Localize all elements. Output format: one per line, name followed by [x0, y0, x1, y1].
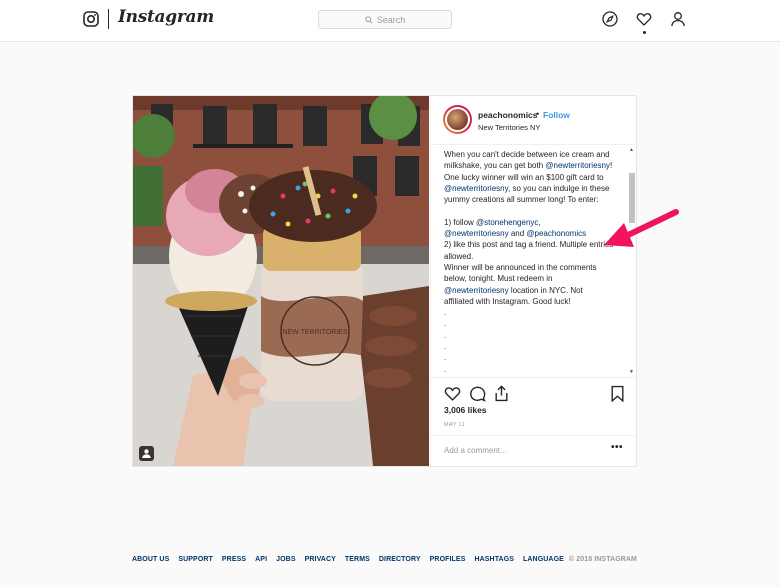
share-icon[interactable]	[493, 385, 510, 402]
avatar[interactable]	[443, 105, 472, 134]
footer-link-profiles[interactable]: PROFILES	[430, 556, 466, 563]
nav-divider	[108, 9, 109, 29]
footer-link-jobs[interactable]: JOBS	[276, 556, 295, 563]
post-sidebar: peachonomics • Follow New Territories NY…	[430, 96, 638, 466]
post-photo[interactable]: NEW TERRITORIES	[133, 96, 429, 466]
follow-button[interactable]: Follow	[543, 110, 570, 120]
scroll-up-icon[interactable]: ▲	[629, 147, 634, 153]
copyright: © 2018 INSTAGRAM	[568, 556, 637, 563]
comment-bar: Add a comment... •••	[431, 435, 638, 466]
post-username[interactable]: peachonomics	[478, 110, 538, 120]
profile-icon[interactable]	[670, 11, 686, 27]
more-options-icon[interactable]: •••	[611, 442, 623, 453]
mention-link[interactable]: @newterritoriesny	[444, 184, 508, 193]
mention-link[interactable]: @newterritoriesny	[444, 286, 509, 295]
mention-link[interactable]: @peachonomics	[526, 229, 586, 238]
compass-icon[interactable]	[602, 11, 618, 27]
activity-dot	[643, 31, 646, 34]
photo-sign-text: NEW TERRITORIES	[282, 329, 347, 336]
mention-link[interactable]: @newterritoriesny	[444, 229, 509, 238]
search-placeholder: Search	[376, 14, 406, 25]
mention-link[interactable]: @stonehengenyc	[476, 218, 538, 227]
caption-scroll-area[interactable]: When you can't decide between ice cream …	[431, 144, 638, 376]
post-card: NEW TERRITORIES peachonomics • Follow Ne…	[132, 95, 638, 467]
header-separator: •	[536, 109, 540, 119]
footer-link-about[interactable]: ABOUT US	[132, 556, 169, 563]
footer-link-privacy[interactable]: PRIVACY	[305, 556, 336, 563]
post-actions	[431, 377, 638, 407]
search-icon	[365, 15, 373, 24]
post-location[interactable]: New Territories NY	[478, 123, 540, 132]
comment-icon[interactable]	[469, 385, 486, 402]
post-header: peachonomics • Follow New Territories NY	[431, 96, 638, 143]
annotation-arrow-icon	[604, 209, 679, 247]
mention-link[interactable]: @newterritoriesny	[545, 161, 610, 170]
top-nav: Instagram Search	[0, 0, 780, 42]
footer-link-language[interactable]: LANGUAGE	[523, 556, 564, 563]
bookmark-icon[interactable]	[609, 385, 626, 402]
caption-text: and	[508, 229, 527, 239]
caption-scrollbar[interactable]: ▲ ▼	[628, 145, 636, 376]
instagram-wordmark[interactable]: Instagram	[118, 7, 214, 27]
footer-links: ABOUT US SUPPORT PRESS API JOBS PRIVACY …	[132, 556, 573, 563]
post-caption: When you can't decide between ice cream …	[444, 149, 614, 375]
caption-text: location in NYC. Not affiliated with Ins…	[444, 285, 583, 374]
photo-scene: NEW TERRITORIES	[133, 96, 429, 466]
footer-link-api[interactable]: API	[255, 556, 267, 563]
comment-input[interactable]: Add a comment...	[444, 446, 507, 455]
caption-text: 2) like this post and tag a friend. Mult…	[444, 240, 614, 284]
footer-link-terms[interactable]: TERMS	[345, 556, 370, 563]
scroll-down-icon[interactable]: ▼	[629, 369, 634, 375]
post-date: MAY 11	[444, 422, 466, 428]
like-heart-icon[interactable]	[444, 385, 461, 402]
heart-icon[interactable]	[636, 11, 652, 27]
user-tag-icon[interactable]	[139, 446, 154, 461]
likes-count[interactable]: 3,006 likes	[444, 405, 487, 415]
instagram-glyph-icon[interactable]	[83, 11, 99, 27]
footer-link-press[interactable]: PRESS	[222, 556, 246, 563]
footer-link-hashtags[interactable]: HASHTAGS	[474, 556, 514, 563]
footer-link-support[interactable]: SUPPORT	[178, 556, 213, 563]
caption-text: ,	[538, 217, 541, 227]
footer-link-directory[interactable]: DIRECTORY	[379, 556, 421, 563]
search-input[interactable]: Search	[318, 10, 452, 29]
